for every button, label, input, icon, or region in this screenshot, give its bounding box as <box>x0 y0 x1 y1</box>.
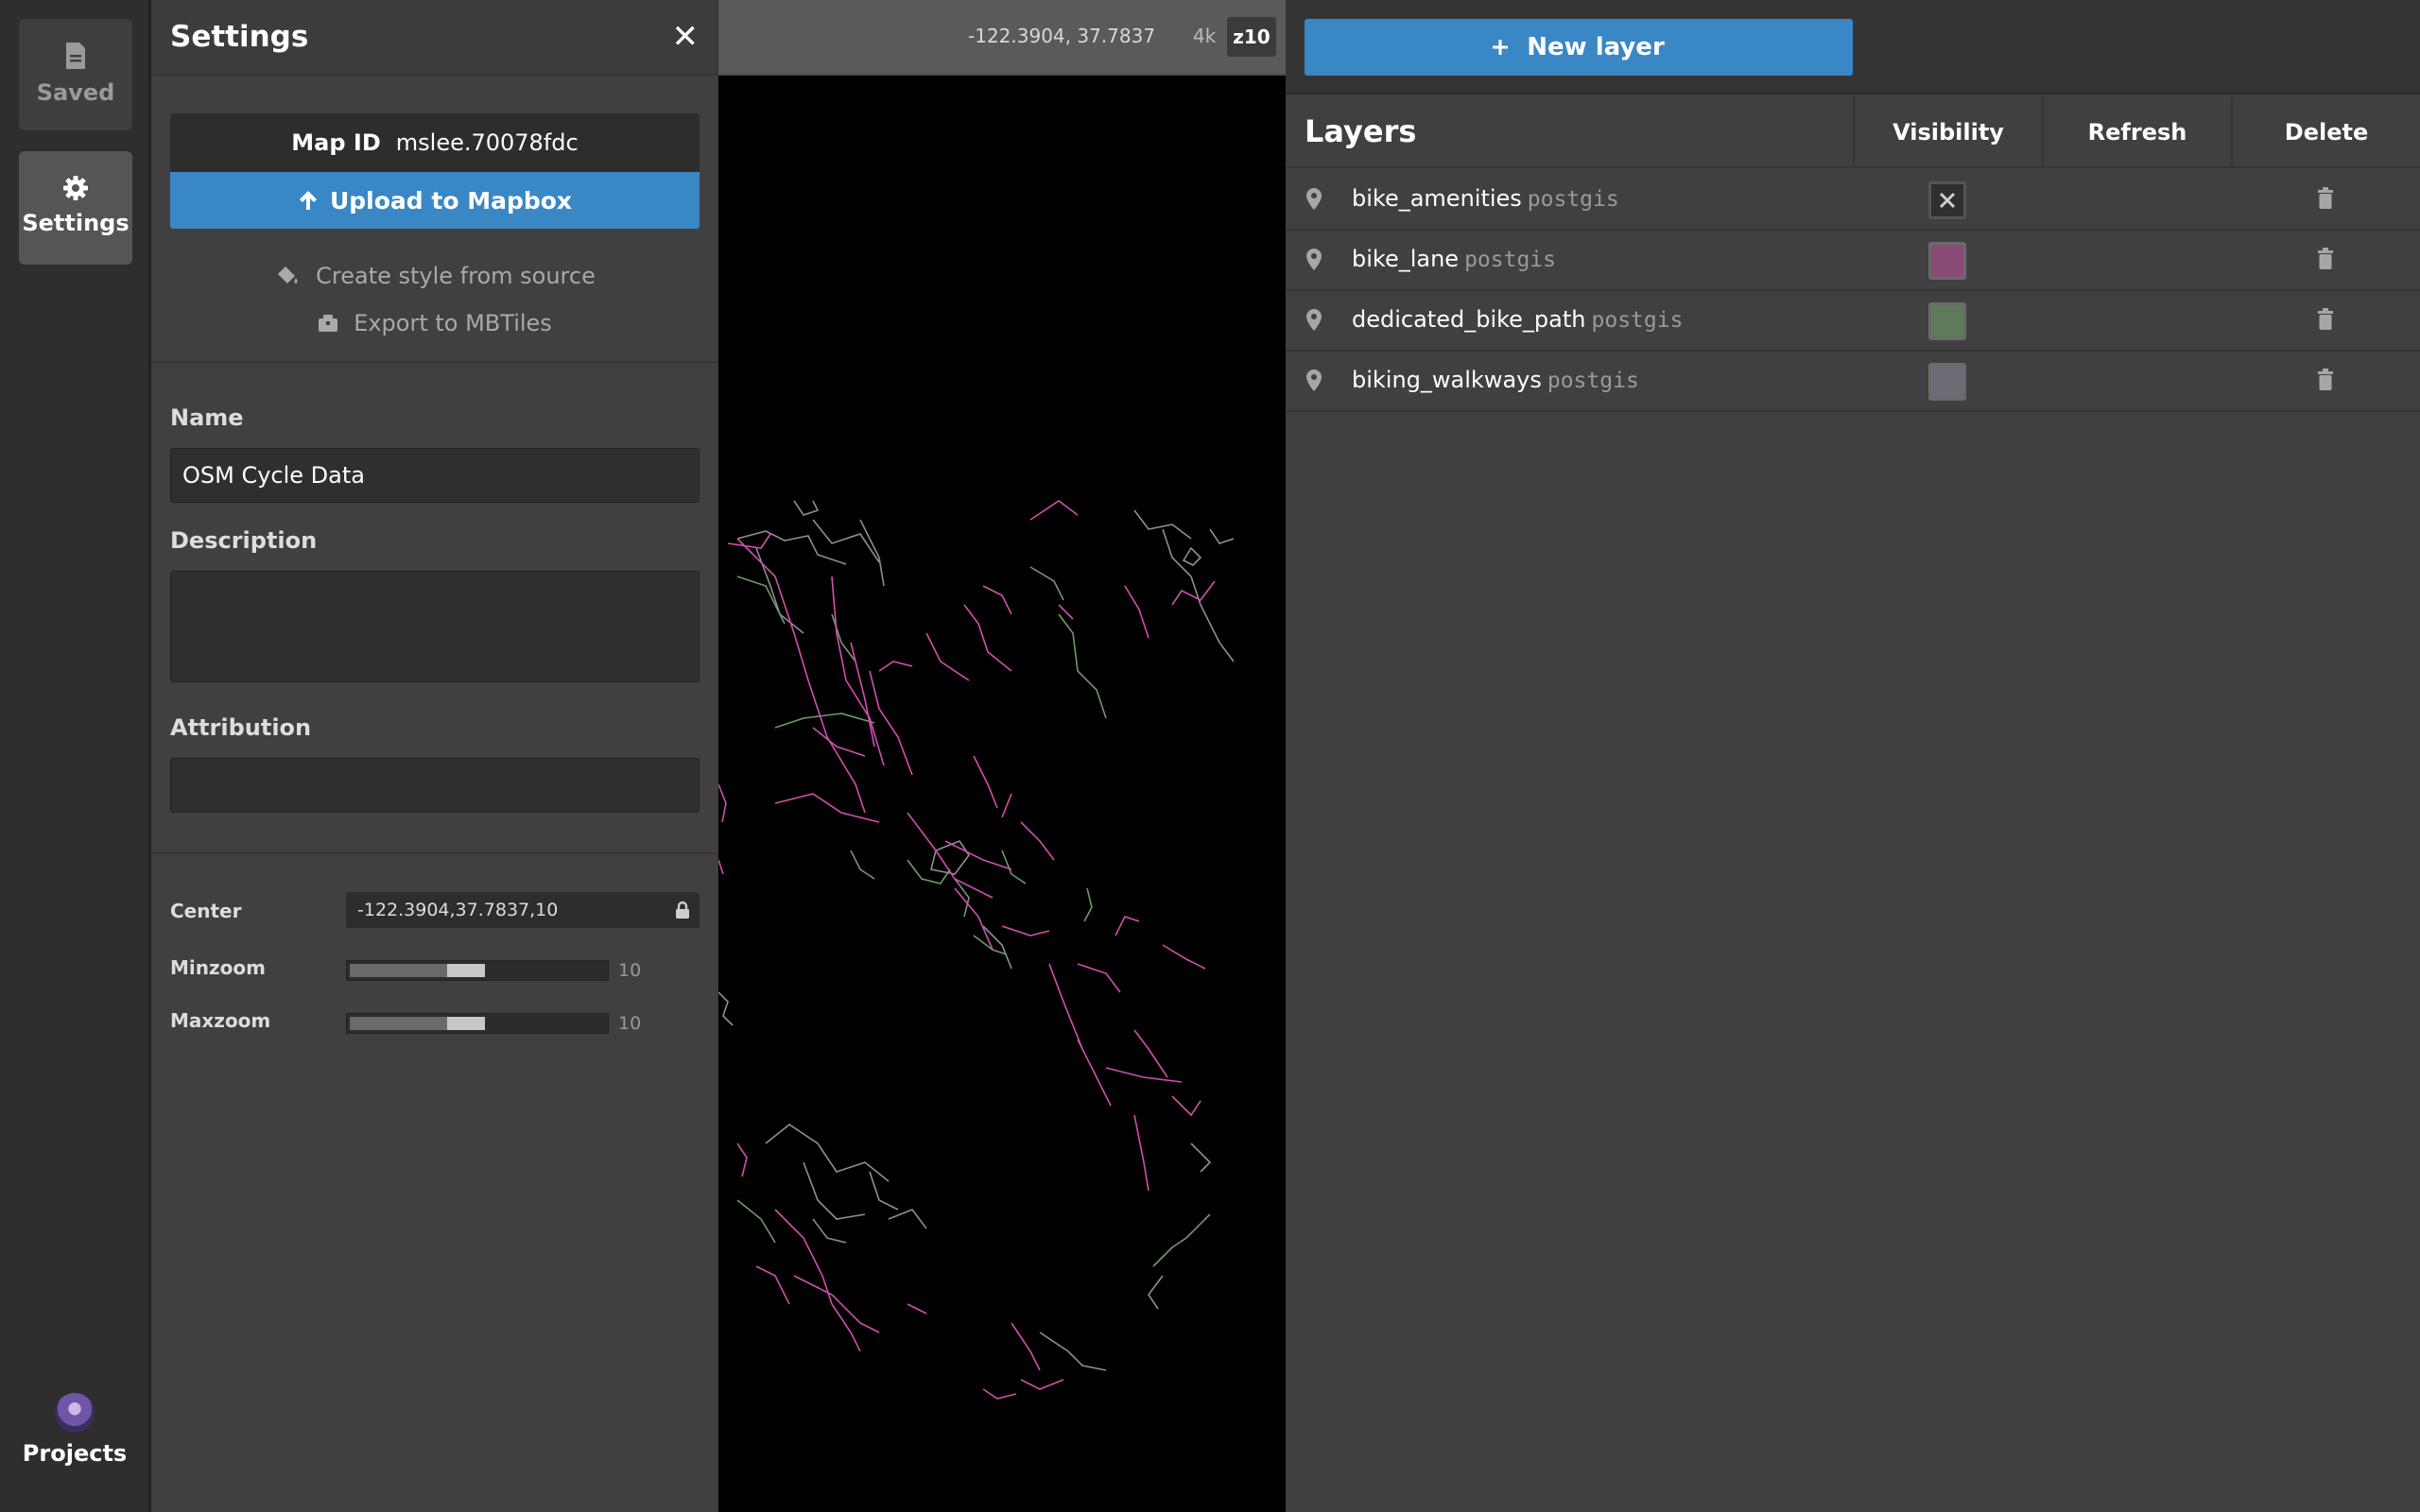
layer-name: biking_walkways postgis <box>1352 367 1639 393</box>
visibility-toggle[interactable] <box>1928 181 1966 219</box>
avatar <box>55 1393 95 1433</box>
divider <box>151 852 718 854</box>
map-coordinates: -122.3904, 37.7837 <box>968 25 1156 47</box>
map-canvas <box>718 500 1235 1400</box>
map-pin-icon <box>1306 188 1322 210</box>
description-label: Description <box>170 527 318 554</box>
attribution-field[interactable] <box>170 758 700 813</box>
description-field[interactable] <box>170 571 700 682</box>
trash-icon[interactable] <box>2316 187 2335 210</box>
map-pin-icon <box>1306 249 1322 270</box>
layer-row[interactable]: dedicated_bike_path postgis <box>1286 291 2420 352</box>
delete-column-header: Delete <box>2231 96 2420 168</box>
layer-row[interactable]: bike_amenities postgis <box>1286 170 2420 231</box>
new-layer-button[interactable]: New layer <box>1305 19 1853 76</box>
divider <box>151 361 718 363</box>
trash-icon[interactable] <box>2316 308 2335 331</box>
projects-button[interactable]: Projects <box>0 1393 149 1467</box>
name-label: Name <box>170 404 244 431</box>
layers-panel: New layer Layers Visibility Refresh Dele… <box>1286 0 2420 1512</box>
attribution-label: Attribution <box>170 714 312 741</box>
settings-title: Settings <box>170 20 309 54</box>
minzoom-value: 10 <box>618 960 642 981</box>
map-id-box: Map ID mslee.70078fdc <box>170 113 700 172</box>
saved-button[interactable]: Saved <box>19 19 132 130</box>
create-style-button[interactable]: Create style from source <box>151 263 718 289</box>
resolution-toggle[interactable]: 4k <box>1193 25 1216 47</box>
map-pin-icon <box>1306 309 1322 331</box>
settings-button[interactable]: Settings <box>19 151 132 265</box>
visibility-toggle[interactable] <box>1928 242 1966 280</box>
map-toolbar: -122.3904, 37.7837 4k z10 <box>718 0 1286 76</box>
gear-icon <box>63 176 88 200</box>
trash-icon[interactable] <box>2316 369 2335 391</box>
maxzoom-value: 10 <box>618 1013 642 1034</box>
side-nav: Saved Settings Projects <box>0 0 149 1512</box>
map-view[interactable]: -122.3904, 37.7837 4k z10 <box>718 0 1286 1512</box>
projects-label: Projects <box>22 1440 128 1467</box>
layer-source: postgis <box>1591 308 1684 333</box>
visibility-column-header: Visibility <box>1853 96 2042 168</box>
refresh-column-header: Refresh <box>2042 96 2231 168</box>
layer-name: bike_lane postgis <box>1352 246 1556 272</box>
layer-source: postgis <box>1547 369 1639 393</box>
layer-row[interactable]: bike_lane postgis <box>1286 231 2420 291</box>
saved-label: Saved <box>36 79 115 106</box>
document-icon <box>66 43 85 69</box>
close-icon <box>1939 192 1956 209</box>
settings-panel: Settings ✕ Map ID mslee.70078fdc Upload … <box>151 0 718 1512</box>
settings-header: Settings ✕ <box>151 0 717 76</box>
layer-source: postgis <box>1527 187 1619 212</box>
layer-name: bike_amenities postgis <box>1352 185 1619 212</box>
upload-label: Upload to Mapbox <box>329 186 573 215</box>
map-id-value: mslee.70078fdc <box>395 129 579 156</box>
maxzoom-slider[interactable] <box>346 1013 609 1034</box>
minzoom-label: Minzoom <box>170 956 266 979</box>
layers-title: Layers <box>1305 113 1417 149</box>
slider-fill <box>350 964 450 977</box>
zoom-level[interactable]: z10 <box>1227 17 1276 57</box>
layer-name: dedicated_bike_path postgis <box>1352 306 1684 333</box>
map-id-label: Map ID <box>291 129 381 156</box>
arrow-up-icon <box>299 191 317 210</box>
name-field[interactable]: OSM Cycle Data <box>170 448 700 503</box>
map-pin-icon <box>1306 369 1322 391</box>
export-mbtiles-button[interactable]: Export to MBTiles <box>151 310 718 336</box>
layers-header: Layers Visibility Refresh Delete <box>1286 96 2420 168</box>
lock-icon[interactable] <box>675 901 690 919</box>
layers-toolbar: New layer <box>1286 0 2420 94</box>
center-value: -122.3904,37.7837,10 <box>357 900 559 920</box>
create-style-label: Create style from source <box>316 263 596 289</box>
visibility-toggle[interactable] <box>1928 363 1966 401</box>
layer-row[interactable]: biking_walkways postgis <box>1286 352 2420 412</box>
paint-bucket-icon <box>278 266 298 284</box>
export-label: Export to MBTiles <box>354 310 552 336</box>
package-icon <box>319 315 338 332</box>
maxzoom-label: Maxzoom <box>170 1009 271 1032</box>
visibility-toggle[interactable] <box>1928 302 1966 340</box>
plus-icon <box>1493 40 1509 55</box>
settings-label: Settings <box>22 210 130 236</box>
slider-handle[interactable] <box>447 964 485 977</box>
new-layer-label: New layer <box>1527 33 1665 61</box>
slider-fill <box>350 1017 450 1030</box>
minzoom-slider[interactable] <box>346 960 609 981</box>
center-field[interactable]: -122.3904,37.7837,10 <box>346 892 700 928</box>
center-label: Center <box>170 900 242 922</box>
close-icon[interactable]: ✕ <box>672 21 700 53</box>
slider-handle[interactable] <box>447 1017 485 1030</box>
layer-source: postgis <box>1464 248 1556 272</box>
trash-icon[interactable] <box>2316 248 2335 270</box>
upload-to-mapbox-button[interactable]: Upload to Mapbox <box>170 172 700 229</box>
